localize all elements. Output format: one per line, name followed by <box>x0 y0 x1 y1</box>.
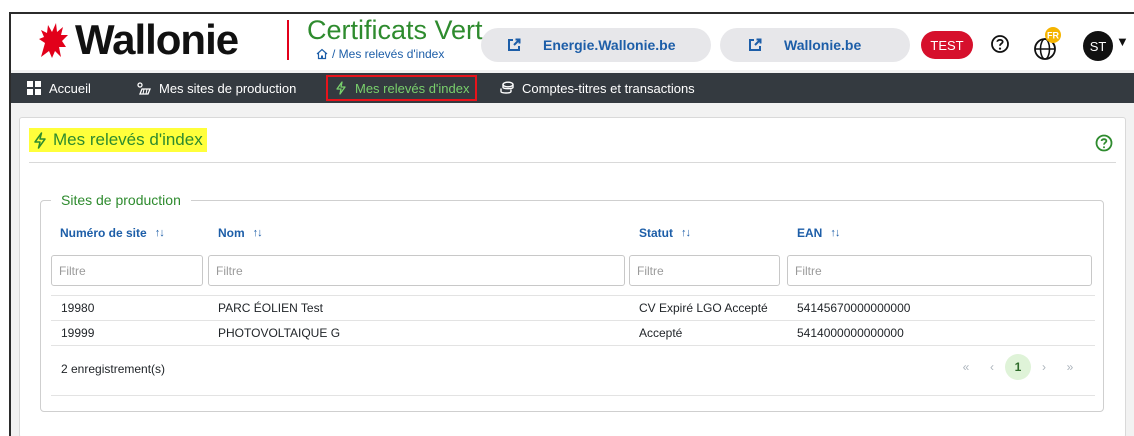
first-page-button[interactable]: « <box>953 354 979 380</box>
column-header-ean[interactable]: EAN ↑↓ <box>797 226 840 240</box>
filter-statut[interactable] <box>629 255 780 286</box>
main-card: Mes relevés d'index Sites de production … <box>19 117 1126 436</box>
nav-item-label: Accueil <box>49 80 91 96</box>
breadcrumb: / Mes relevés d'index <box>316 47 444 61</box>
divider <box>51 345 1095 346</box>
column-header-label: Nom <box>218 226 245 240</box>
nav-item-label: Mes sites de production <box>159 80 297 96</box>
breadcrumb-current: / Mes relevés d'index <box>332 47 445 61</box>
cell-nom: PHOTOVOLTAIQUE G <box>218 326 341 340</box>
nav-item-label: Mes relevés d'index <box>355 80 470 96</box>
nav-item-comptes-titres[interactable]: Comptes-titres et transactions <box>500 73 695 103</box>
last-page-button[interactable]: » <box>1057 354 1083 380</box>
cell-site: 19980 <box>61 301 95 315</box>
globe-icon: FR <box>1034 27 1061 60</box>
column-header-statut[interactable]: Statut ↑↓ <box>639 226 691 240</box>
prev-page-button[interactable]: ‹ <box>979 354 1005 380</box>
sort-icon[interactable]: ↑↓ <box>830 227 840 239</box>
filter-nom[interactable] <box>208 255 625 286</box>
chevron-down-icon[interactable]: ▼ <box>1116 34 1129 49</box>
lightning-icon <box>34 131 46 149</box>
table-row[interactable]: 19980 PARC ÉOLIEN Test CV Expiré LGO Acc… <box>51 295 1095 320</box>
page-title: Mes relevés d'index <box>29 128 207 152</box>
nav-item-releves-index[interactable]: Mes relevés d'index <box>326 75 478 101</box>
column-header-label: Statut <box>639 226 673 240</box>
record-count: 2 enregistrement(s) <box>61 362 166 376</box>
cell-statut: Accepté <box>639 326 683 340</box>
page-title-text: Mes relevés d'index <box>53 130 203 149</box>
nav-item-accueil[interactable]: Accueil <box>27 73 91 103</box>
coins-icon <box>500 81 514 94</box>
help-icon[interactable] <box>990 34 1010 54</box>
cell-ean: 5414000000000000 <box>797 326 904 340</box>
sort-icon[interactable]: ↑↓ <box>253 227 263 239</box>
column-header-nom[interactable]: Nom ↑↓ <box>218 226 263 240</box>
column-header-label: Numéro de site <box>60 226 147 240</box>
cell-site: 19999 <box>61 326 95 340</box>
language-selector[interactable]: FR <box>1031 24 1065 64</box>
lightning-icon <box>336 81 346 95</box>
cell-nom: PARC ÉOLIEN Test <box>218 301 323 315</box>
column-header-label: EAN <box>797 226 823 240</box>
wallonie-be-label: Wallonie.be <box>784 37 862 53</box>
nav-item-label: Comptes-titres et transactions <box>522 80 695 96</box>
page-number-button[interactable]: 1 <box>1005 354 1031 380</box>
divider <box>51 395 1095 396</box>
divider <box>29 162 1116 163</box>
pagination: « ‹ 1 › » <box>953 354 1083 380</box>
cell-statut: CV Expiré LGO Accepté <box>639 301 768 315</box>
cell-ean: 54145670000000000 <box>797 301 911 315</box>
energie-wallonie-link[interactable]: Energie.Wallonie.be <box>481 28 711 62</box>
language-badge: FR <box>1047 31 1059 41</box>
sites-production-section: Sites de production Numéro de site ↑↓ No… <box>40 192 1104 412</box>
external-link-icon <box>508 38 521 51</box>
energie-wallonie-label: Energie.Wallonie.be <box>543 37 676 53</box>
table-row[interactable]: 19999 PHOTOVOLTAIQUE G Accepté 541400000… <box>51 320 1095 345</box>
logo-separator <box>287 20 289 60</box>
app-window: Wallonie Certificats Vert / Mes relevés … <box>9 12 1134 436</box>
top-header: Wallonie Certificats Vert / Mes relevés … <box>11 14 1134 70</box>
solar-panel-icon <box>137 82 151 95</box>
wallonie-logo[interactable]: Wallonie <box>35 16 239 63</box>
app-title: Certificats Vert <box>307 15 483 45</box>
column-header-numero-site[interactable]: Numéro de site ↑↓ <box>60 226 165 240</box>
user-avatar[interactable]: ST <box>1083 31 1113 61</box>
external-link-icon <box>749 38 762 51</box>
main-nav: Accueil Mes sites de production Mes rele… <box>11 73 1134 103</box>
filter-ean[interactable] <box>787 255 1092 286</box>
home-icon[interactable] <box>316 48 328 60</box>
next-page-button[interactable]: › <box>1031 354 1057 380</box>
logo-text: Wallonie <box>75 16 239 63</box>
grid-icon <box>27 81 41 95</box>
help-icon[interactable] <box>1095 134 1113 152</box>
filter-numero-site[interactable] <box>51 255 203 286</box>
section-legend: Sites de production <box>51 192 191 208</box>
wallonie-be-link[interactable]: Wallonie.be <box>720 28 910 62</box>
sort-icon[interactable]: ↑↓ <box>681 227 691 239</box>
environment-badge: TEST <box>921 31 973 59</box>
sort-icon[interactable]: ↑↓ <box>155 227 165 239</box>
rooster-icon <box>39 23 68 58</box>
nav-item-sites-production[interactable]: Mes sites de production <box>136 73 296 103</box>
